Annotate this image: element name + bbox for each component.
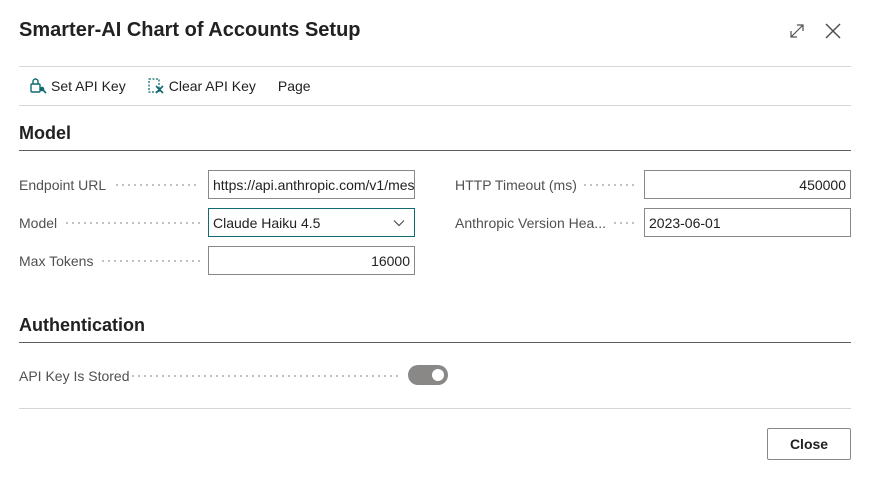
chevron-down-icon	[393, 219, 405, 226]
model-label: Model	[19, 215, 58, 231]
http-timeout-field[interactable]: 450000	[644, 170, 851, 199]
header-divider	[19, 66, 851, 67]
dialog-title: Smarter-AI Chart of Accounts Setup	[19, 19, 361, 41]
anthropic-version-field[interactable]: 2023-06-01	[644, 208, 851, 237]
page-menu-label: Page	[277, 78, 311, 94]
close-icon	[825, 23, 841, 39]
set-api-key-label: Set API Key	[51, 78, 126, 94]
clear-api-key-button[interactable]: Clear API Key	[137, 68, 267, 104]
model-section-title: Model	[19, 123, 71, 143]
action-bar: Set API Key Clear API Key Page	[19, 68, 322, 104]
clear-key-icon	[148, 78, 164, 94]
close-button[interactable]: Close	[767, 428, 851, 460]
action-bar-divider	[19, 105, 851, 106]
set-api-key-button[interactable]: Set API Key	[19, 68, 137, 104]
model-leader	[64, 209, 200, 237]
clear-api-key-label: Clear API Key	[168, 78, 256, 94]
max-tokens-label: Max Tokens	[19, 253, 94, 269]
authentication-section-divider	[19, 342, 851, 343]
model-select-value: Claude Haiku 4.5	[213, 214, 321, 231]
api-key-stored-toggle[interactable]	[408, 365, 448, 385]
authentication-section-title: Authentication	[19, 315, 145, 335]
page-menu-button[interactable]: Page	[267, 68, 322, 104]
http-timeout-label: HTTP Timeout (ms)	[455, 177, 577, 193]
endpoint-url-label: Endpoint URL	[19, 177, 107, 193]
endpoint-url-field[interactable]: https://api.anthropic.com/v1/messages	[208, 170, 415, 199]
footer-divider	[19, 408, 851, 409]
expand-icon	[790, 24, 804, 38]
key-lock-icon	[30, 78, 47, 94]
http-timeout-leader	[582, 171, 636, 199]
model-select[interactable]: Claude Haiku 4.5	[208, 208, 415, 237]
close-dialog-button[interactable]	[819, 17, 847, 45]
api-key-stored-leader	[130, 362, 400, 390]
api-key-stored-label: API Key Is Stored	[19, 368, 130, 384]
model-section-divider	[19, 150, 851, 151]
anthropic-version-leader	[612, 209, 636, 237]
expand-button[interactable]	[783, 17, 811, 45]
max-tokens-leader	[100, 247, 200, 275]
anthropic-version-label: Anthropic Version Hea...	[455, 215, 606, 231]
endpoint-url-leader	[114, 171, 200, 199]
toggle-knob	[432, 369, 444, 381]
max-tokens-field[interactable]: 16000	[208, 246, 415, 275]
setup-dialog: Smarter-AI Chart of Accounts Setup Set A…	[0, 0, 871, 481]
